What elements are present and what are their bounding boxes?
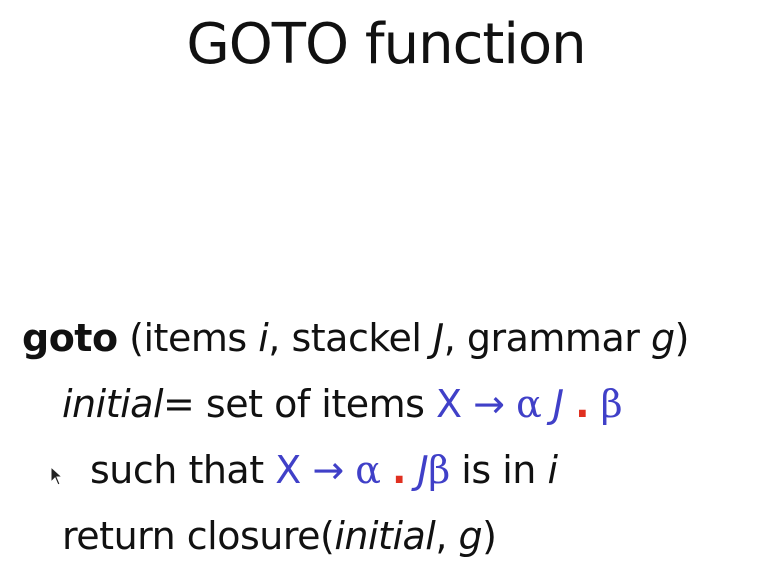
signature-mid-2: , grammar (443, 316, 651, 360)
initial-var: initial (62, 382, 164, 426)
cond-x: X (275, 448, 301, 492)
return-initial: initial (334, 514, 436, 558)
item-dot: . (575, 382, 590, 426)
return-g: g (458, 514, 483, 558)
code-line-initial: initial= set of items X → α J . β (62, 380, 623, 428)
signature-mid-1: , stackel (268, 316, 433, 360)
slide: GOTO function goto (items i, stackel J, … (0, 0, 772, 566)
return-sep: , (435, 514, 459, 558)
condition-lead: such that (90, 448, 276, 492)
mouse-pointer-icon (50, 466, 64, 486)
goto-keyword: goto (22, 316, 118, 360)
item-arrow: → (461, 382, 517, 426)
return-close: ) (482, 514, 497, 558)
condition-tail: is in (449, 448, 548, 492)
cond-arrow: → (300, 448, 356, 492)
item-j: J (552, 382, 564, 426)
signature-close: ) (674, 316, 690, 360)
code-line-return: return closure(initial, g) (62, 512, 497, 560)
signature-open: (items (117, 316, 259, 360)
cond-i: i (547, 448, 558, 492)
item-x: X (436, 382, 462, 426)
code-line-signature: goto (items i, stackel J, grammar g) (22, 314, 689, 362)
cond-dot: . (392, 448, 406, 492)
cond-alpha: α (355, 448, 381, 492)
cond-beta: β (428, 448, 450, 492)
return-lead: return closure( (62, 514, 335, 558)
slide-title: GOTO function (186, 12, 586, 77)
item-beta: β (600, 382, 623, 426)
code-line-condition: such that X → α . Jβ is in i (90, 446, 558, 494)
param-g: g (650, 316, 675, 360)
param-J: J (433, 316, 444, 360)
initial-assign: = set of items (163, 382, 437, 426)
param-i: i (258, 316, 269, 360)
item-alpha: α (516, 382, 542, 426)
cond-j: J (417, 448, 429, 492)
